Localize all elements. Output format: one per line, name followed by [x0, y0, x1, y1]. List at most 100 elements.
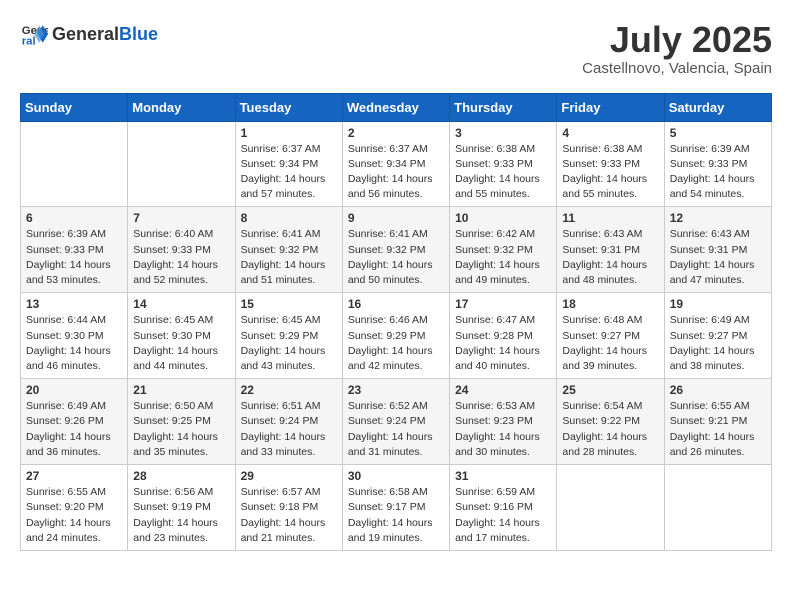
day-number: 3	[455, 126, 551, 140]
day-info: Sunrise: 6:45 AMSunset: 9:30 PMDaylight:…	[133, 313, 229, 374]
calendar-day-cell: 11 Sunrise: 6:43 AMSunset: 9:31 PMDayligh…	[557, 207, 664, 293]
calendar-day-cell: 18 Sunrise: 6:48 AMSunset: 9:27 PMDayligh…	[557, 293, 664, 379]
day-info: Sunrise: 6:48 AMSunset: 9:27 PMDaylight:…	[562, 313, 658, 374]
day-info: Sunrise: 6:59 AMSunset: 9:16 PMDaylight:…	[455, 485, 551, 546]
calendar-day-cell: 2 Sunrise: 6:37 AMSunset: 9:34 PMDaylight…	[342, 121, 449, 207]
day-number: 20	[26, 383, 122, 397]
month-title: July 2025	[582, 20, 772, 60]
calendar-day-cell: 7 Sunrise: 6:40 AMSunset: 9:33 PMDaylight…	[128, 207, 235, 293]
day-number: 23	[348, 383, 444, 397]
logo-text-general: General	[52, 24, 119, 45]
day-number: 19	[670, 297, 766, 311]
calendar-day-cell: 31 Sunrise: 6:59 AMSunset: 9:16 PMDayligh…	[450, 465, 557, 551]
calendar-week-row: 27 Sunrise: 6:55 AMSunset: 9:20 PMDayligh…	[21, 465, 772, 551]
calendar-day-cell: 27 Sunrise: 6:55 AMSunset: 9:20 PMDayligh…	[21, 465, 128, 551]
day-number: 7	[133, 211, 229, 225]
calendar-day-cell: 13 Sunrise: 6:44 AMSunset: 9:30 PMDayligh…	[21, 293, 128, 379]
weekday-header-tuesday: Tuesday	[235, 93, 342, 121]
day-number: 9	[348, 211, 444, 225]
day-info: Sunrise: 6:38 AMSunset: 9:33 PMDaylight:…	[562, 142, 658, 203]
day-info: Sunrise: 6:53 AMSunset: 9:23 PMDaylight:…	[455, 399, 551, 460]
day-info: Sunrise: 6:39 AMSunset: 9:33 PMDaylight:…	[670, 142, 766, 203]
day-info: Sunrise: 6:37 AMSunset: 9:34 PMDaylight:…	[348, 142, 444, 203]
title-block: July 2025 Castellnovo, Valencia, Spain	[582, 20, 772, 77]
day-info: Sunrise: 6:55 AMSunset: 9:20 PMDaylight:…	[26, 485, 122, 546]
day-number: 17	[455, 297, 551, 311]
calendar-day-cell: 6 Sunrise: 6:39 AMSunset: 9:33 PMDaylight…	[21, 207, 128, 293]
day-number: 8	[241, 211, 337, 225]
day-number: 29	[241, 469, 337, 483]
svg-text:ral: ral	[22, 36, 36, 48]
day-info: Sunrise: 6:41 AMSunset: 9:32 PMDaylight:…	[241, 227, 337, 288]
logo-icon: Gene ral	[20, 20, 48, 48]
calendar-day-cell: 26Sunrise: 6:55 AMSunset: 9:21 PMDayligh…	[664, 379, 771, 465]
calendar-day-cell	[21, 121, 128, 207]
day-info: Sunrise: 6:42 AMSunset: 9:32 PMDaylight:…	[455, 227, 551, 288]
calendar-day-cell: 25Sunrise: 6:54 AMSunset: 9:22 PMDayligh…	[557, 379, 664, 465]
day-info: Sunrise: 6:50 AMSunset: 9:25 PMDaylight:…	[133, 399, 229, 460]
calendar-day-cell: 14Sunrise: 6:45 AMSunset: 9:30 PMDayligh…	[128, 293, 235, 379]
calendar-week-row: 13 Sunrise: 6:44 AMSunset: 9:30 PMDayligh…	[21, 293, 772, 379]
day-info: Sunrise: 6:56 AMSunset: 9:19 PMDaylight:…	[133, 485, 229, 546]
calendar-day-cell: 16Sunrise: 6:46 AMSunset: 9:29 PMDayligh…	[342, 293, 449, 379]
calendar-day-cell: 3 Sunrise: 6:38 AMSunset: 9:33 PMDaylight…	[450, 121, 557, 207]
day-number: 6	[26, 211, 122, 225]
calendar-day-cell: 5Sunrise: 6:39 AMSunset: 9:33 PMDaylight…	[664, 121, 771, 207]
weekday-header-saturday: Saturday	[664, 93, 771, 121]
logo: Gene ral General Blue	[20, 20, 158, 48]
calendar-day-cell	[557, 465, 664, 551]
day-info: Sunrise: 6:38 AMSunset: 9:33 PMDaylight:…	[455, 142, 551, 203]
calendar-day-cell: 8 Sunrise: 6:41 AMSunset: 9:32 PMDaylight…	[235, 207, 342, 293]
calendar-day-cell: 22Sunrise: 6:51 AMSunset: 9:24 PMDayligh…	[235, 379, 342, 465]
day-number: 11	[562, 211, 658, 225]
page-header: Gene ral General Blue July 2025 Castelln…	[20, 20, 772, 77]
day-number: 27	[26, 469, 122, 483]
calendar-day-cell: 10 Sunrise: 6:42 AMSunset: 9:32 PMDayligh…	[450, 207, 557, 293]
calendar-day-cell: 28 Sunrise: 6:56 AMSunset: 9:19 PMDayligh…	[128, 465, 235, 551]
calendar-day-cell: 24 Sunrise: 6:53 AMSunset: 9:23 PMDayligh…	[450, 379, 557, 465]
day-info: Sunrise: 6:58 AMSunset: 9:17 PMDaylight:…	[348, 485, 444, 546]
calendar-week-row: 6 Sunrise: 6:39 AMSunset: 9:33 PMDaylight…	[21, 207, 772, 293]
calendar-day-cell	[128, 121, 235, 207]
day-number: 24	[455, 383, 551, 397]
calendar-day-cell: 20 Sunrise: 6:49 AMSunset: 9:26 PMDayligh…	[21, 379, 128, 465]
day-number: 16	[348, 297, 444, 311]
calendar-day-cell: 30 Sunrise: 6:58 AMSunset: 9:17 PMDayligh…	[342, 465, 449, 551]
day-number: 30	[348, 469, 444, 483]
day-info: Sunrise: 6:45 AMSunset: 9:29 PMDaylight:…	[241, 313, 337, 374]
day-number: 10	[455, 211, 551, 225]
weekday-header-wednesday: Wednesday	[342, 93, 449, 121]
calendar-day-cell: 23 Sunrise: 6:52 AMSunset: 9:24 PMDayligh…	[342, 379, 449, 465]
day-number: 28	[133, 469, 229, 483]
day-number: 4	[562, 126, 658, 140]
calendar-day-cell: 1Sunrise: 6:37 AMSunset: 9:34 PMDaylight…	[235, 121, 342, 207]
day-info: Sunrise: 6:41 AMSunset: 9:32 PMDaylight:…	[348, 227, 444, 288]
calendar-table: SundayMondayTuesdayWednesdayThursdayFrid…	[20, 93, 772, 551]
day-info: Sunrise: 6:39 AMSunset: 9:33 PMDaylight:…	[26, 227, 122, 288]
calendar-day-cell	[664, 465, 771, 551]
day-number: 18	[562, 297, 658, 311]
day-info: Sunrise: 6:49 AMSunset: 9:26 PMDaylight:…	[26, 399, 122, 460]
day-info: Sunrise: 6:43 AMSunset: 9:31 PMDaylight:…	[562, 227, 658, 288]
day-number: 13	[26, 297, 122, 311]
day-number: 12	[670, 211, 766, 225]
day-info: Sunrise: 6:54 AMSunset: 9:22 PMDaylight:…	[562, 399, 658, 460]
calendar-day-cell: 15 Sunrise: 6:45 AMSunset: 9:29 PMDayligh…	[235, 293, 342, 379]
day-info: Sunrise: 6:40 AMSunset: 9:33 PMDaylight:…	[133, 227, 229, 288]
day-number: 1	[241, 126, 337, 140]
calendar-day-cell: 4 Sunrise: 6:38 AMSunset: 9:33 PMDaylight…	[557, 121, 664, 207]
location-title: Castellnovo, Valencia, Spain	[582, 60, 772, 77]
calendar-week-row: 1 Sunrise: 6:37 AMSunset: 9:34 PMDaylight…	[21, 121, 772, 207]
calendar-day-cell: 9 Sunrise: 6:41 AMSunset: 9:32 PMDaylight…	[342, 207, 449, 293]
day-number: 31	[455, 469, 551, 483]
day-info: Sunrise: 6:47 AMSunset: 9:28 PMDaylight:…	[455, 313, 551, 374]
day-info: Sunrise: 6:52 AMSunset: 9:24 PMDaylight:…	[348, 399, 444, 460]
day-info: Sunrise: 6:43 AMSunset: 9:31 PMDaylight:…	[670, 227, 766, 288]
day-info: Sunrise: 6:55 AMSunset: 9:21 PMDaylight:…	[670, 399, 766, 460]
weekday-header-sunday: Sunday	[21, 93, 128, 121]
logo-text-blue: Blue	[119, 24, 158, 45]
day-number: 15	[241, 297, 337, 311]
day-number: 2	[348, 126, 444, 140]
day-info: Sunrise: 6:44 AMSunset: 9:30 PMDaylight:…	[26, 313, 122, 374]
day-info: Sunrise: 6:51 AMSunset: 9:24 PMDaylight:…	[241, 399, 337, 460]
